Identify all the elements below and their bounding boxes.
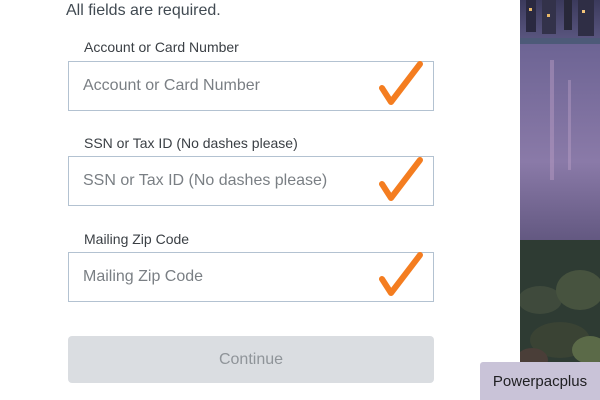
account-number-label: Account or Card Number: [84, 39, 239, 55]
continue-button[interactable]: Continue: [68, 336, 434, 383]
checkmark-icon: [379, 157, 423, 201]
ssn-tax-id-label: SSN or Tax ID (No dashes please): [84, 135, 298, 151]
required-fields-note: All fields are required.: [66, 2, 221, 19]
background-photo: [520, 0, 600, 400]
checkmark-icon: [379, 61, 423, 105]
zip-code-label: Mailing Zip Code: [84, 231, 190, 247]
login-page: All fields are required. Account or Card…: [0, 0, 600, 400]
watermark-badge: Powerpacplus: [480, 362, 600, 400]
checkmark-icon: [379, 252, 423, 296]
